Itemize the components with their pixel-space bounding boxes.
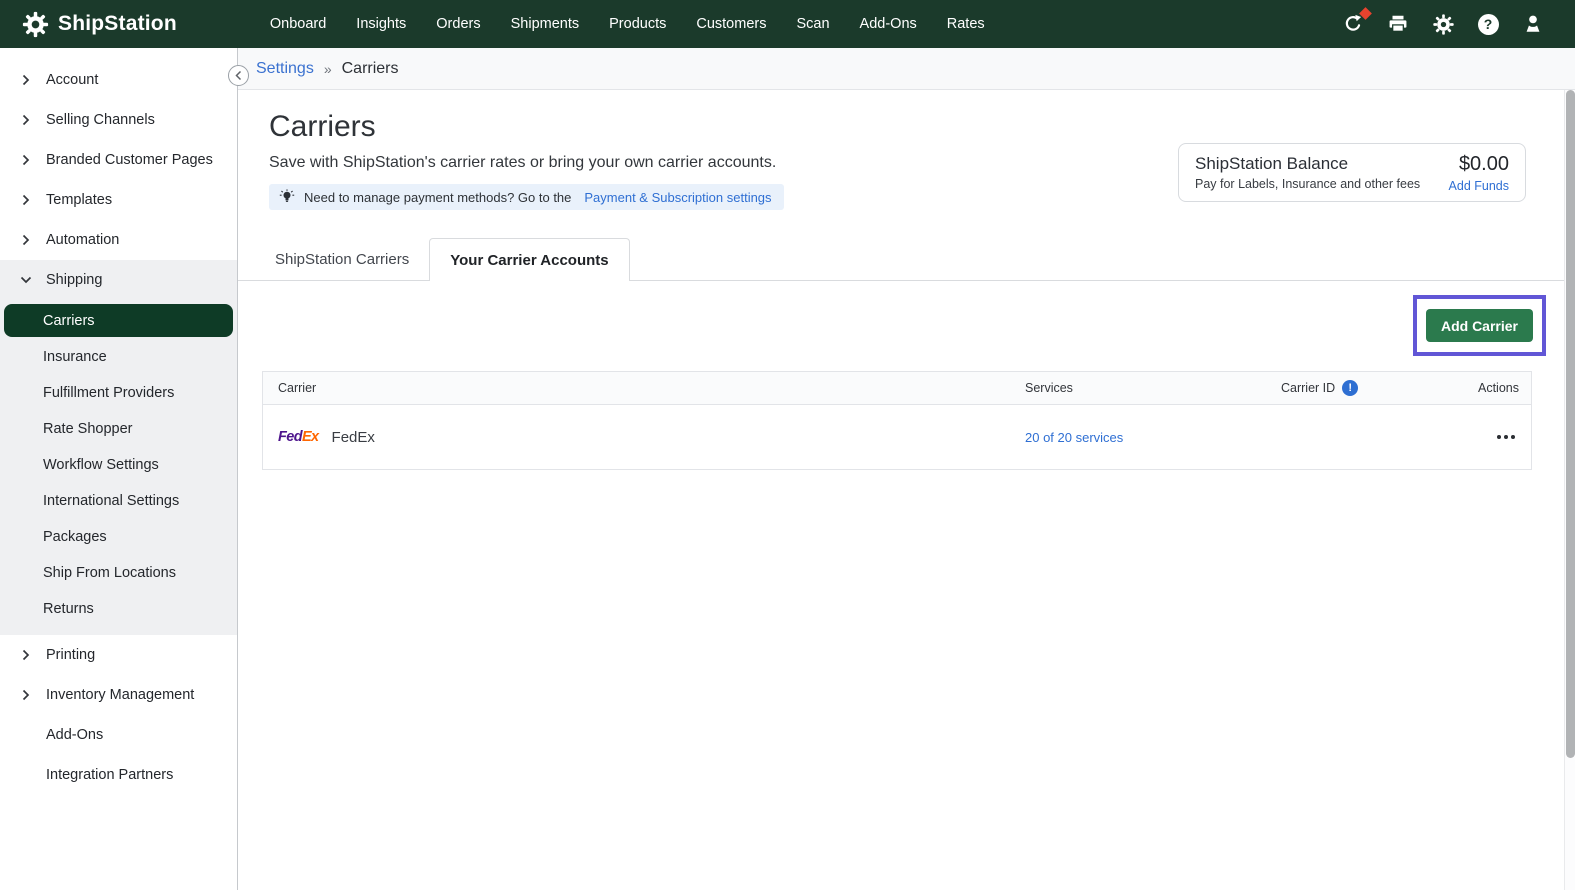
sidebar-item-add-ons[interactable]: Add-Ons [0,715,237,755]
account-icon[interactable] [1521,12,1545,36]
sidebar-item-carriers[interactable]: Carriers [4,304,233,337]
table-row-fedex: FedEx FedEx 20 of 20 services [263,405,1531,469]
chevron-right-icon [19,648,33,662]
breadcrumb-current: Carriers [342,60,399,78]
services-link[interactable]: 20 of 20 services [1025,430,1123,445]
annotation-highlight-box: Add Carrier [1413,295,1546,356]
column-header-carrier: Carrier [263,381,1025,395]
ellipsis-icon[interactable] [1495,431,1517,443]
column-header-services: Services [1025,381,1281,395]
table-toolbar: Add Carrier [269,281,1575,371]
sidebar-item-printing[interactable]: Printing [0,635,237,675]
balance-amount: $0.00 [1449,153,1509,176]
sidebar-item-international-settings[interactable]: International Settings [0,483,237,519]
breadcrumb-settings-link[interactable]: Settings [256,60,314,78]
sidebar-item-shipping[interactable]: Shipping [0,260,237,300]
page-title: Carriers [269,109,1575,144]
sidebar-item-selling-channels[interactable]: Selling Channels [0,100,237,140]
gear-icon[interactable] [1431,12,1455,36]
sidebar-item-label: Account [46,72,98,88]
carriers-content: Carriers Save with ShipStation's carrier… [238,90,1575,890]
top-navigation: Onboard Insights Orders Shipments Produc… [255,0,1000,48]
tab-your-carrier-accounts[interactable]: Your Carrier Accounts [429,238,629,281]
carrier-id-info-icon[interactable]: ! [1342,380,1358,396]
nav-shipments[interactable]: Shipments [496,0,595,48]
printer-icon[interactable] [1386,12,1410,36]
nav-insights[interactable]: Insights [341,0,421,48]
sidebar-item-inventory-management[interactable]: Inventory Management [0,675,237,715]
scrollbar-thumb[interactable] [1566,90,1575,758]
main-layout: Account Selling Channels Branded Custome… [0,48,1575,890]
balance-description: Pay for Labels, Insurance and other fees [1195,177,1420,191]
sidebar-item-templates[interactable]: Templates [0,180,237,220]
sidebar-item-packages[interactable]: Packages [0,519,237,555]
nav-scan[interactable]: Scan [781,0,844,48]
sidebar-item-label: Selling Channels [46,112,155,128]
carrier-name: FedEx [332,429,375,446]
sidebar-item-automation[interactable]: Automation [0,220,237,260]
sidebar-shipping-group: Shipping Carriers Insurance Fulfillment … [0,260,237,635]
help-icon[interactable]: ? [1476,12,1500,36]
add-carrier-button[interactable]: Add Carrier [1426,309,1533,342]
chevron-right-icon [19,688,33,702]
gear-logo-icon [22,11,49,38]
shipstation-balance-card: ShipStation Balance Pay for Labels, Insu… [1178,143,1526,202]
chevron-right-icon [19,233,33,247]
sidebar-item-label: Branded Customer Pages [46,152,213,168]
chevron-right-icon [19,113,33,127]
scrollbar-track [1564,90,1575,890]
sidebar-item-label: Inventory Management [46,687,194,703]
carrier-tabs: ShipStation Carriers Your Carrier Accoun… [238,238,1575,281]
sidebar-item-returns[interactable]: Returns [0,591,237,627]
sidebar-item-rate-shopper[interactable]: Rate Shopper [0,411,237,447]
shipstation-logo[interactable]: ShipStation [0,11,177,38]
lightbulb-icon [279,189,295,205]
main-panel: Settings » Carriers Carriers Save with S… [238,48,1575,890]
refresh-icon[interactable] [1341,12,1365,36]
fedex-logo: FedEx [278,429,319,445]
sidebar-item-integration-partners[interactable]: Integration Partners [0,755,237,795]
settings-sidebar: Account Selling Channels Branded Custome… [0,48,238,890]
carrier-accounts-table: Carrier Services Carrier ID ! Actions Fe… [262,371,1532,470]
chevron-right-icon [19,153,33,167]
column-header-carrier-id: Carrier ID [1281,381,1335,395]
breadcrumb: Settings » Carriers [238,48,1575,90]
chevron-right-icon [19,73,33,87]
sidebar-item-label: Shipping [46,272,102,288]
sidebar-collapse-button[interactable] [228,65,249,86]
sidebar-item-label: Integration Partners [46,767,173,783]
banner-text: Need to manage payment methods? Go to th… [304,190,571,205]
help-glyph: ? [1478,14,1499,35]
sidebar-item-label: Templates [46,192,112,208]
nav-orders[interactable]: Orders [421,0,495,48]
top-bar: ShipStation Onboard Insights Orders Ship… [0,0,1575,48]
balance-title: ShipStation Balance [1195,153,1420,175]
nav-onboard[interactable]: Onboard [255,0,341,48]
sidebar-item-account[interactable]: Account [0,60,237,100]
sidebar-item-workflow-settings[interactable]: Workflow Settings [0,447,237,483]
sidebar-item-branded-customer-pages[interactable]: Branded Customer Pages [0,140,237,180]
column-header-actions: Actions [1411,381,1531,395]
nav-customers[interactable]: Customers [681,0,781,48]
table-header-row: Carrier Services Carrier ID ! Actions [263,372,1531,405]
tab-shipstation-carriers[interactable]: ShipStation Carriers [255,238,429,280]
brand-name: ShipStation [58,12,177,36]
sidebar-item-label: Add-Ons [46,727,103,743]
nav-products[interactable]: Products [594,0,681,48]
nav-add-ons[interactable]: Add-Ons [845,0,932,48]
payment-info-banner: Need to manage payment methods? Go to th… [269,184,784,210]
sidebar-item-insurance[interactable]: Insurance [0,339,237,375]
topbar-icon-group: ? [1341,12,1575,36]
sidebar-item-label: Printing [46,647,95,663]
chevron-down-icon [19,273,33,287]
nav-rates[interactable]: Rates [932,0,1000,48]
sidebar-item-ship-from-locations[interactable]: Ship From Locations [0,555,237,591]
breadcrumb-separator: » [324,61,332,77]
chevron-left-icon [234,70,243,81]
payment-subscription-settings-link[interactable]: Payment & Subscription settings [584,190,771,205]
sidebar-item-label: Automation [46,232,119,248]
chevron-right-icon [19,193,33,207]
sidebar-item-fulfillment-providers[interactable]: Fulfillment Providers [0,375,237,411]
add-funds-link[interactable]: Add Funds [1449,179,1509,193]
